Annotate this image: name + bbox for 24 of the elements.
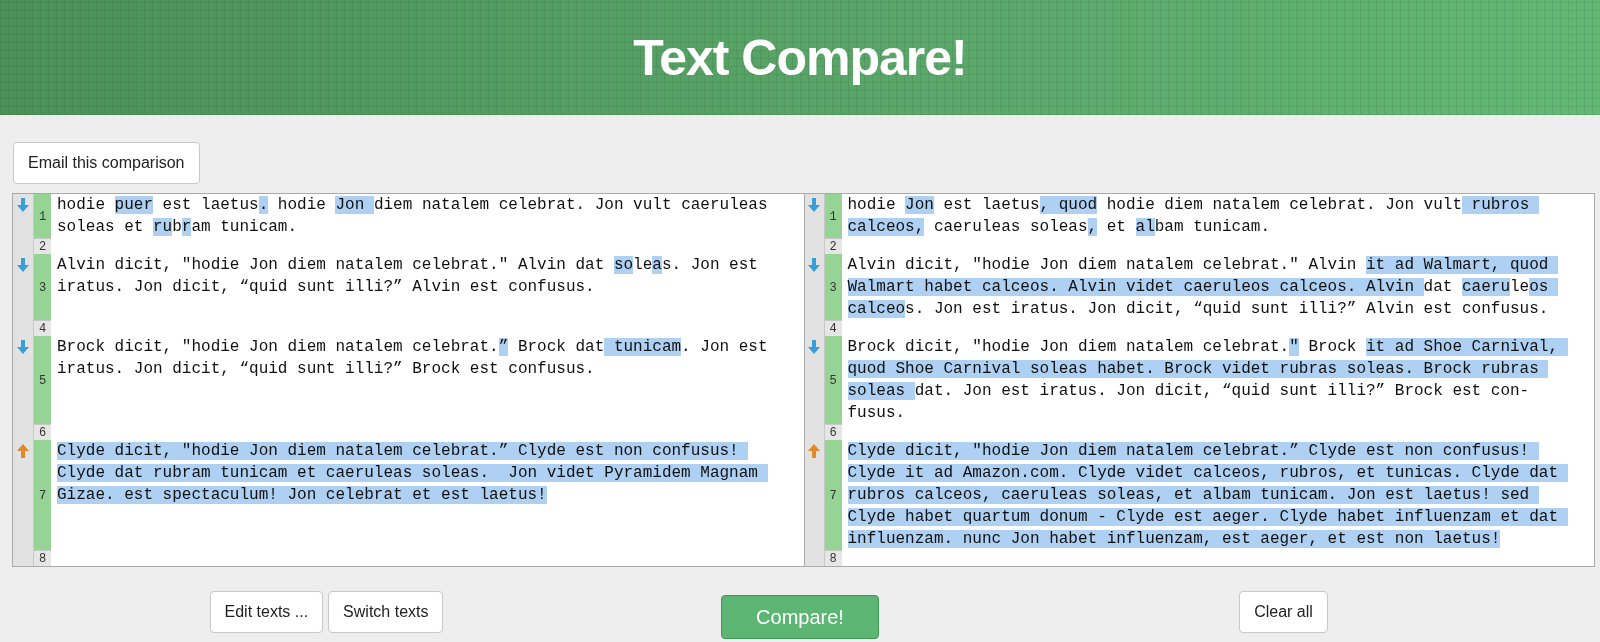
up-arrow-icon[interactable] (808, 444, 820, 458)
email-comparison-button[interactable]: Email this comparison (13, 142, 200, 184)
up-arrow-icon[interactable] (17, 444, 29, 458)
down-arrow-icon[interactable] (17, 198, 29, 212)
line-number: 3 (34, 254, 51, 320)
diff-text: Brock dicit, "hodie Jon diem natalem celebrat.” Brock dat tunicam. Jon est iratus. Jon dicit, “quid sunt illi?” Brock est confusus. (56, 337, 769, 380)
down-arrow-icon[interactable] (808, 198, 820, 212)
diff-text: Alvin dicit, "hodie Jon diem natalem celebrat." Alvin dat soleas. Jon est iratus. Jon dicit, “quid sunt illi?” Alvin est confusus. (56, 255, 759, 298)
clear-all-button[interactable]: Clear all (1239, 591, 1328, 633)
line-number: 6 (34, 424, 51, 440)
line-number: 7 (34, 440, 51, 550)
line-number: 5 (34, 336, 51, 424)
page-title: Text Compare! (633, 28, 967, 87)
down-arrow-icon[interactable] (808, 340, 820, 354)
down-arrow-icon[interactable] (17, 258, 29, 272)
down-arrow-icon[interactable] (808, 258, 820, 272)
switch-texts-button[interactable]: Switch texts (328, 591, 444, 633)
edit-texts-button[interactable]: Edit texts ... (209, 591, 324, 633)
line-number: 4 (34, 320, 51, 336)
line-number: 2 (34, 238, 51, 254)
line-number: 1 (34, 194, 51, 238)
line-number: 8 (34, 550, 51, 566)
diff-text: hodie puer est laetus. hodie Jon diem natalem celebrat. Jon vult caeruleas soleas et rubram tunicam. (56, 195, 769, 238)
down-arrow-icon[interactable] (17, 340, 29, 354)
